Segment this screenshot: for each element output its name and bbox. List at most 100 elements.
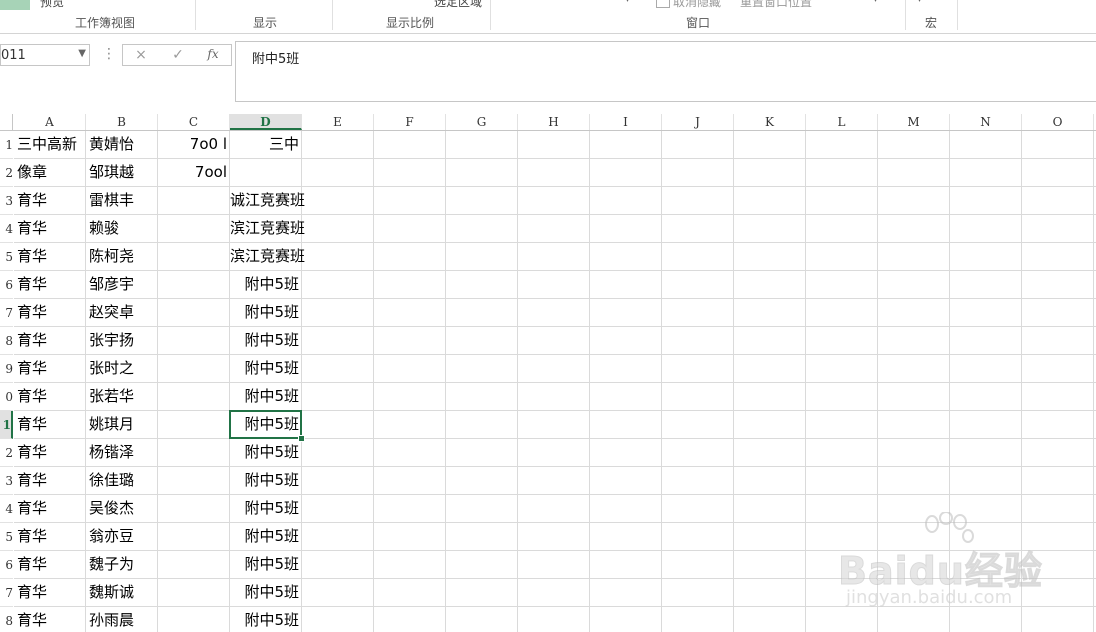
cell-a17[interactable]: 育华	[14, 579, 85, 606]
cell-d18[interactable]: 附中5班	[230, 607, 301, 632]
cell-d10[interactable]: 附中5班	[230, 383, 301, 410]
row-header[interactable]: 1	[0, 411, 13, 439]
cell-b18[interactable]: 孙雨晨	[86, 607, 157, 632]
cell-a12[interactable]: 育华	[14, 439, 85, 466]
cell-b17[interactable]: 魏斯诚	[86, 579, 157, 606]
preview-label[interactable]: 预览	[40, 0, 64, 10]
cell-c10[interactable]	[158, 383, 229, 410]
row-header[interactable]: 6	[0, 271, 13, 299]
row-header[interactable]: 5	[0, 523, 13, 551]
cell-c7[interactable]	[158, 299, 229, 326]
cell-b16[interactable]: 魏子为	[86, 551, 157, 578]
enter-icon[interactable]: ✓	[168, 47, 188, 63]
column-header-d[interactable]: D	[230, 114, 302, 130]
cell-c9[interactable]	[158, 355, 229, 382]
column-header-a[interactable]: A	[14, 114, 86, 130]
cell-c3[interactable]	[158, 187, 229, 214]
column-header-i[interactable]: I	[590, 114, 662, 130]
cell-b8[interactable]: 张宇扬	[86, 327, 157, 354]
column-header-g[interactable]: G	[446, 114, 518, 130]
cell-a11[interactable]: 育华	[14, 411, 85, 438]
row-header[interactable]: 6	[0, 551, 13, 579]
cell-c13[interactable]	[158, 467, 229, 494]
cell-d6[interactable]: 附中5班	[230, 271, 301, 298]
row-header[interactable]: 3	[0, 467, 13, 495]
more-options-icon[interactable]: ⋮	[102, 46, 116, 62]
column-header-m[interactable]: M	[878, 114, 950, 130]
cell-a8[interactable]: 育华	[14, 327, 85, 354]
row-header[interactable]: 4	[0, 215, 13, 243]
cell-c16[interactable]	[158, 551, 229, 578]
cell-a5[interactable]: 育华	[14, 243, 85, 270]
cell-c5[interactable]	[158, 243, 229, 270]
chevron-down-icon[interactable]: ▾	[873, 0, 878, 5]
cell-c14[interactable]	[158, 495, 229, 522]
cell-d13[interactable]: 附中5班	[230, 467, 301, 494]
column-header-b[interactable]: B	[86, 114, 158, 130]
cell-b4[interactable]: 赖骏	[86, 215, 157, 242]
column-header-k[interactable]: K	[734, 114, 806, 130]
cell-a16[interactable]: 育华	[14, 551, 85, 578]
unhide-icon[interactable]	[656, 0, 670, 8]
row-header[interactable]: 2	[0, 439, 13, 467]
cell-d16[interactable]: 附中5班	[230, 551, 301, 578]
row-header[interactable]: 8	[0, 327, 13, 355]
cell-d8[interactable]: 附中5班	[230, 327, 301, 354]
fill-handle[interactable]	[298, 435, 305, 442]
cell-c6[interactable]	[158, 271, 229, 298]
cell-c4[interactable]	[158, 215, 229, 242]
page-break-preview-icon[interactable]	[0, 0, 30, 10]
column-header-h[interactable]: H	[518, 114, 590, 130]
cell-b1[interactable]: 黄婧怡	[86, 131, 157, 158]
reset-window-position-label[interactable]: 重置窗口位置	[740, 0, 812, 10]
cell-b2[interactable]: 邹琪越	[86, 159, 157, 186]
cell-a15[interactable]: 育华	[14, 523, 85, 550]
cell-a18[interactable]: 育华	[14, 607, 85, 632]
cell-c8[interactable]	[158, 327, 229, 354]
cell-d3[interactable]: 诚江竞赛班	[230, 187, 305, 214]
row-header[interactable]: 4	[0, 495, 13, 523]
cell-b13[interactable]: 徐佳璐	[86, 467, 157, 494]
row-header[interactable]: 8	[0, 607, 13, 632]
cell-c11[interactable]	[158, 411, 229, 438]
row-header[interactable]: 3	[0, 187, 13, 215]
row-header[interactable]: 7	[0, 579, 13, 607]
column-header-l[interactable]: L	[806, 114, 878, 130]
cell-a6[interactable]: 育华	[14, 271, 85, 298]
row-header[interactable]: 2	[0, 159, 13, 187]
cell-d7[interactable]: 附中5班	[230, 299, 301, 326]
cell-d14[interactable]: 附中5班	[230, 495, 301, 522]
cell-b11[interactable]: 姚琪月	[86, 411, 157, 438]
cell-b12[interactable]: 杨锴泽	[86, 439, 157, 466]
cell-b14[interactable]: 吴俊杰	[86, 495, 157, 522]
column-header-o[interactable]: O	[1022, 114, 1094, 130]
cell-b5[interactable]: 陈柯尧	[86, 243, 157, 270]
cell-b3[interactable]: 雷棋丰	[86, 187, 157, 214]
cancel-icon[interactable]: ×	[131, 47, 151, 63]
cell-a13[interactable]: 育华	[14, 467, 85, 494]
column-header-c[interactable]: C	[158, 114, 230, 130]
cell-d12[interactable]: 附中5班	[230, 439, 301, 466]
cell-d1[interactable]: 三中	[230, 131, 301, 158]
cell-d9[interactable]: 附中5班	[230, 355, 301, 382]
cell-b6[interactable]: 邹彦宇	[86, 271, 157, 298]
column-header-n[interactable]: N	[950, 114, 1022, 130]
name-box[interactable]: 011 ▼	[0, 44, 90, 66]
column-header-e[interactable]: E	[302, 114, 374, 130]
cell-b15[interactable]: 翁亦豆	[86, 523, 157, 550]
unhide-label[interactable]: 取消隐藏	[673, 0, 721, 10]
cell-c12[interactable]	[158, 439, 229, 466]
formula-input[interactable]: 附中5班	[235, 41, 1096, 102]
cell-d5[interactable]: 滨江竞赛班	[230, 243, 305, 270]
insert-function-icon[interactable]: fx	[203, 47, 223, 61]
cell-a4[interactable]: 育华	[14, 215, 85, 242]
column-header-j[interactable]: J	[662, 114, 734, 130]
cell-d15[interactable]: 附中5班	[230, 523, 301, 550]
zoom-to-selection-label[interactable]: 选定区域	[434, 0, 482, 10]
cell-c2[interactable]: 7ool	[158, 159, 229, 186]
select-all-corner[interactable]	[0, 114, 13, 130]
cell-b10[interactable]: 张若华	[86, 383, 157, 410]
cell-a9[interactable]: 育华	[14, 355, 85, 382]
row-header[interactable]: 9	[0, 355, 13, 383]
row-header[interactable]: 5	[0, 243, 13, 271]
